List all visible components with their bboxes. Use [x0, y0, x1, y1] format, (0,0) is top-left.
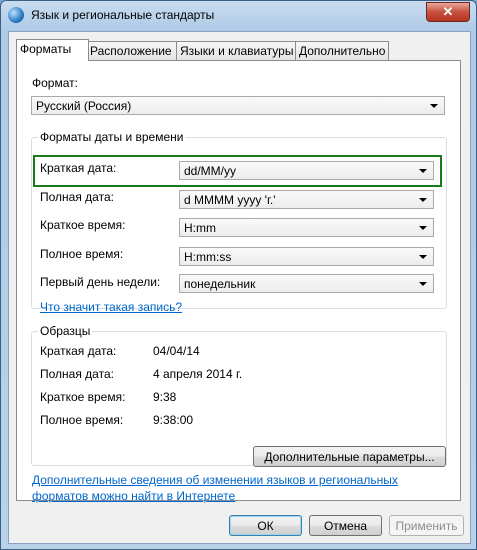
first-day-select[interactable]: понедельник	[179, 274, 434, 293]
sample-short-time-value: 9:38	[153, 390, 177, 404]
long-date-value: d MMMM yyyy 'г.'	[184, 193, 276, 207]
tab-label: Расположение	[90, 44, 172, 58]
datetime-group-title: Форматы даты и времени	[38, 130, 186, 144]
tab-label: Дополнительно	[299, 44, 386, 58]
title-bar[interactable]: Язык и региональные стандарты ✕	[1, 1, 476, 31]
chevron-down-icon	[419, 282, 427, 286]
ok-label: ОК	[257, 519, 274, 533]
advanced-settings-label: Дополнительные параметры...	[264, 450, 435, 464]
sample-short-date-value: 04/04/14	[153, 344, 200, 358]
short-date-value: dd/MM/yy	[184, 164, 237, 178]
sample-short-date-label: Краткая дата:	[40, 344, 117, 358]
apply-label: Применить	[395, 519, 458, 533]
tab-label: Языки и клавиатуры	[180, 44, 294, 58]
chevron-down-icon	[419, 169, 427, 173]
close-button[interactable]: ✕	[426, 2, 470, 22]
sample-long-date-value: 4 апреля 2014 г.	[153, 367, 243, 381]
tab-location[interactable]: Расположение	[86, 41, 178, 60]
format-label: Формат:	[32, 76, 78, 90]
long-date-label: Полная дата:	[40, 190, 114, 204]
chevron-down-icon	[419, 198, 427, 202]
long-date-select[interactable]: d MMMM yyyy 'г.'	[179, 190, 434, 209]
window-title: Язык и региональные стандарты	[31, 8, 215, 22]
tab-label: Форматы	[20, 42, 72, 56]
tab-formats[interactable]: Форматы	[16, 39, 89, 61]
apply-button[interactable]: Применить	[389, 515, 464, 536]
long-time-label: Полное время:	[40, 247, 124, 261]
long-time-select[interactable]: H:mm:ss	[179, 247, 434, 266]
short-date-select[interactable]: dd/MM/yy	[179, 161, 434, 180]
close-icon: ✕	[442, 4, 454, 19]
chevron-down-icon	[419, 226, 427, 230]
short-date-label: Краткая дата:	[40, 161, 117, 175]
sample-long-date-label: Полная дата:	[40, 367, 114, 381]
long-time-value: H:mm:ss	[184, 250, 232, 264]
first-day-label: Первый день недели:	[40, 275, 161, 289]
dialog-window: Язык и региональные стандарты ✕ Форматы …	[0, 0, 477, 550]
ok-button[interactable]: ОК	[229, 515, 302, 536]
short-time-value: H:mm	[184, 221, 216, 235]
short-time-label: Краткое время:	[40, 218, 126, 232]
advanced-settings-button[interactable]: Дополнительные параметры...	[253, 446, 446, 467]
sample-long-time-value: 9:38:00	[153, 413, 194, 427]
notation-help-link[interactable]: Что значит такая запись?	[40, 300, 182, 314]
samples-group-title: Образцы	[38, 324, 93, 338]
globe-icon	[8, 7, 24, 23]
chevron-down-icon	[430, 104, 438, 108]
online-info-link[interactable]: Дополнительные сведения об изменении язы…	[32, 472, 412, 504]
dialog-client-area: Форматы Расположение Языки и клавиатуры …	[8, 31, 471, 544]
first-day-value: понедельник	[184, 277, 256, 291]
cancel-button[interactable]: Отмена	[309, 515, 382, 536]
format-value: Русский (Россия)	[36, 99, 132, 113]
format-select[interactable]: Русский (Россия)	[31, 96, 445, 115]
chevron-down-icon	[419, 255, 427, 259]
sample-short-time-label: Краткое время:	[40, 390, 126, 404]
tab-administrative[interactable]: Дополнительно	[295, 41, 389, 60]
tab-keyboards-languages[interactable]: Языки и клавиатуры	[176, 41, 297, 60]
sample-long-time-label: Полное время:	[40, 413, 124, 427]
formats-tab-panel: Формат: Русский (Россия) Форматы даты и …	[16, 60, 461, 501]
cancel-label: Отмена	[323, 519, 368, 533]
short-time-select[interactable]: H:mm	[179, 218, 434, 237]
